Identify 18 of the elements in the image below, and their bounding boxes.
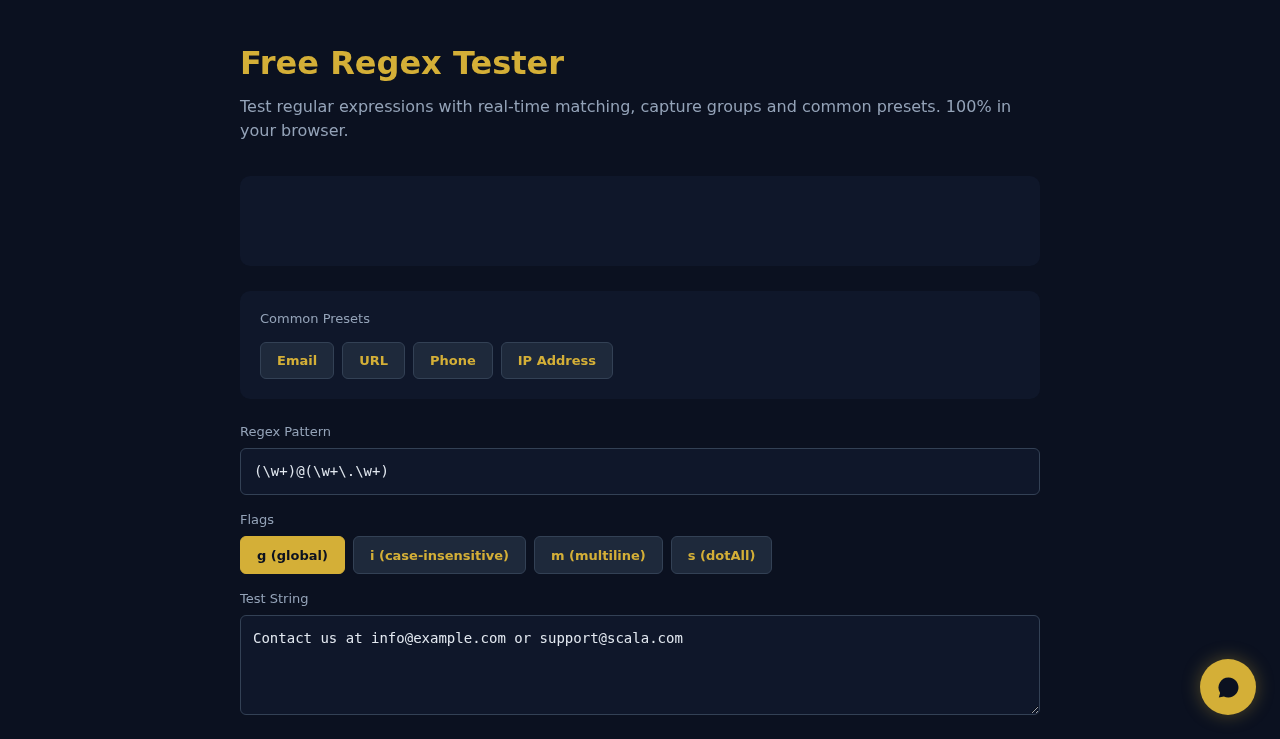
page-subtitle: Test regular expressions with real-time matching, capture groups and common presets. 100% in your browser. xyxy=(240,96,1013,142)
test-string-input[interactable]: Contact us at info@example.com or support@scala.com xyxy=(240,615,1040,715)
flag-toggle[interactable]: m (multiline) xyxy=(533,536,663,574)
chat-bubble-icon xyxy=(1217,676,1239,698)
flag-toggle[interactable]: s (dotAll) xyxy=(670,536,773,574)
field-label: Test String xyxy=(240,591,310,607)
preset-button[interactable]: Email xyxy=(260,342,335,379)
preset-button[interactable]: Phone xyxy=(413,342,493,379)
field-label: Flags xyxy=(240,512,276,528)
flag-toggle[interactable]: g (global) xyxy=(240,536,345,574)
flag-toggle[interactable]: i (case-insensitive) xyxy=(352,536,526,574)
preset-button[interactable]: IP Address xyxy=(500,342,614,379)
chat-button[interactable] xyxy=(1200,659,1256,715)
pattern-input[interactable]: (\w+)@(\w+\.\w+) xyxy=(240,448,1040,495)
field-label: Regex Pattern xyxy=(240,424,333,440)
section-label: Common Presets xyxy=(260,311,371,327)
preset-button[interactable]: URL xyxy=(342,342,405,379)
page-title: Free Regex Tester xyxy=(240,44,565,82)
